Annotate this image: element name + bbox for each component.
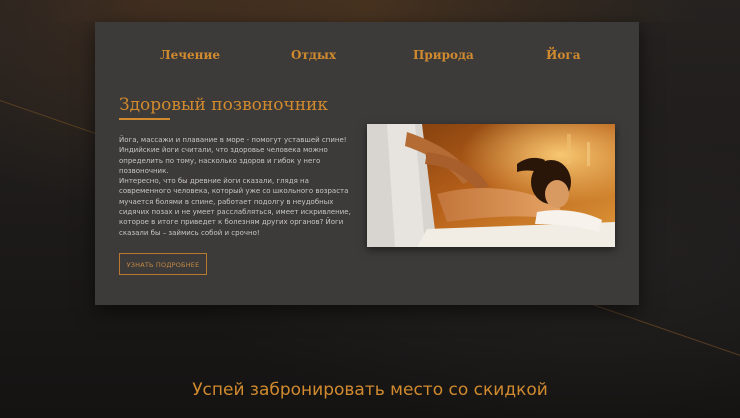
top-nav: Лечение Отдых Природа Йога bbox=[95, 45, 639, 65]
section-description: Йога, массажи и плавание в море - помогу… bbox=[119, 135, 359, 238]
content-card: Лечение Отдых Природа Йога Здоровый позв… bbox=[95, 22, 639, 305]
learn-more-button[interactable]: УЗНАТЬ ПОДРОБНЕЕ bbox=[119, 253, 207, 275]
header-image-strip bbox=[40, 0, 700, 22]
nav-item-yoga[interactable]: Йога bbox=[546, 45, 580, 65]
description-paragraph: Йога, массажи и плавание в море - помогу… bbox=[119, 136, 347, 175]
nav-item-rest[interactable]: Отдых bbox=[291, 45, 336, 65]
title-underline bbox=[119, 118, 170, 120]
nav-item-treatment[interactable]: Лечение bbox=[160, 45, 220, 65]
description-paragraph: Интересно, что бы древние йоги сказали, … bbox=[119, 177, 351, 237]
section-title: Здоровый позвоночник bbox=[119, 95, 328, 115]
nav-item-nature[interactable]: Природа bbox=[413, 45, 474, 65]
massage-photo bbox=[367, 124, 615, 247]
promo-heading: Успей забронировать место со скидкой bbox=[192, 380, 548, 400]
